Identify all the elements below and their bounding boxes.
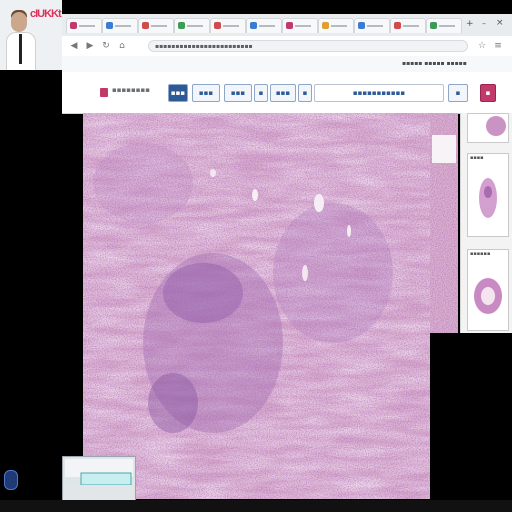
toolbar-button-5[interactable]: ▪▪▪ <box>270 84 296 102</box>
tab-favicon-icon <box>358 22 365 29</box>
new-tab-icon[interactable]: + <box>466 19 474 29</box>
thumbnail-panel: ▪▪▪▪ ▪▪▪▪▪▪ <box>460 113 512 333</box>
browser-tab[interactable] <box>102 18 138 33</box>
toolbar-button-3[interactable]: ▪▪▪ <box>224 84 252 102</box>
thumbnail-image <box>486 116 506 136</box>
windows-start-icon[interactable] <box>4 470 18 490</box>
thumbnail-2[interactable]: ▪▪▪▪ <box>467 153 509 237</box>
presenter-webcam: cIUKKt <box>0 0 62 70</box>
tab-favicon-icon <box>214 22 221 29</box>
presenter-tie <box>19 34 22 64</box>
browser-tab[interactable] <box>426 18 462 33</box>
tab-favicon-icon <box>178 22 185 29</box>
tab-strip: + – × <box>62 14 512 37</box>
tab-favicon-icon <box>394 22 401 29</box>
close-window-icon[interactable]: × <box>496 18 504 28</box>
tab-favicon-icon <box>142 22 149 29</box>
tab-favicon-icon <box>430 22 437 29</box>
back-icon[interactable]: ◀ <box>68 40 80 52</box>
zoom-levels-bar[interactable]: ▪▪▪▪▪▪▪▪▪▪▪ <box>314 84 444 102</box>
viewer-brand-label: ▪▪▪▪▪▪▪▪ <box>112 86 150 94</box>
reload-icon[interactable]: ↻ <box>100 40 112 52</box>
viewer-logo-icon <box>100 88 108 97</box>
viewer-toolbar: ▪▪▪▪▪▪▪▪ ▪▪▪ ▪▪▪ ▪▪▪ ▪ ▪▪▪ ▪ ▪▪▪▪▪▪▪▪▪▪▪… <box>62 72 512 114</box>
toolbar-button-9[interactable]: ▪ <box>480 84 496 102</box>
slide-viewer-edge <box>430 113 458 333</box>
toolbar-button-2[interactable]: ▪▪▪ <box>192 84 220 102</box>
address-input[interactable]: ▪▪▪▪▪▪▪▪▪▪▪▪▪▪▪▪▪▪▪▪▪▪▪▪ <box>148 40 468 52</box>
home-icon[interactable]: ⌂ <box>116 40 128 52</box>
browser-tab[interactable] <box>138 18 174 33</box>
browser-tab[interactable] <box>174 18 210 33</box>
browser-tab[interactable] <box>318 18 354 33</box>
minimize-icon[interactable]: – <box>482 19 486 28</box>
address-bar-row: ◀ ▶ ↻ ⌂ ▪▪▪▪▪▪▪▪▪▪▪▪▪▪▪▪▪▪▪▪▪▪▪▪ ☆ ≡ <box>62 36 512 57</box>
histology-image <box>83 113 430 499</box>
presenter-head <box>11 12 27 32</box>
thumbnail-label: ▪▪▪▪ <box>470 155 484 161</box>
thumbnail-image <box>479 178 497 218</box>
thumbnail-image <box>474 278 502 314</box>
thumbnail-label: ▪▪▪▪▪▪ <box>470 251 491 257</box>
tab-favicon-icon <box>322 22 329 29</box>
toolbar-button-4[interactable]: ▪ <box>254 84 268 102</box>
tab-favicon-icon <box>286 22 293 29</box>
toolbar-button-8[interactable]: ▪ <box>448 84 468 102</box>
slide-viewer[interactable] <box>83 113 430 499</box>
overview-image <box>65 459 133 499</box>
bookmark-star-icon[interactable]: ☆ <box>476 40 488 52</box>
forward-icon[interactable]: ▶ <box>84 40 96 52</box>
toolbar-button-6[interactable]: ▪ <box>298 84 312 102</box>
tab-favicon-icon <box>70 22 77 29</box>
bookmarks-text[interactable]: ▪▪▪▪▪ ▪▪▪▪▪ ▪▪▪▪▪ <box>402 56 467 72</box>
taskbar <box>0 500 512 512</box>
bookmarks-bar: ▪▪▪▪▪ ▪▪▪▪▪ ▪▪▪▪▪ <box>62 56 512 73</box>
browser-window: + – × ◀ ▶ ↻ ⌂ ▪▪▪▪▪▪▪▪▪▪▪▪▪▪▪▪▪▪▪▪▪▪▪▪ ☆… <box>62 14 512 114</box>
tab-favicon-icon <box>250 22 257 29</box>
thumbnail-3[interactable]: ▪▪▪▪▪▪ <box>467 249 509 331</box>
tab-favicon-icon <box>106 22 113 29</box>
browser-tab[interactable] <box>390 18 426 33</box>
thumbnail-1[interactable] <box>467 113 509 143</box>
webcam-banner: cIUKKt <box>30 8 62 20</box>
browser-tab[interactable] <box>354 18 390 33</box>
browser-tab[interactable] <box>282 18 318 33</box>
toolbar-button-1[interactable]: ▪▪▪ <box>168 84 188 102</box>
menu-icon[interactable]: ≡ <box>492 40 504 52</box>
overview-minimap[interactable] <box>62 456 136 502</box>
browser-tab[interactable] <box>210 18 246 33</box>
browser-tab[interactable] <box>246 18 282 33</box>
browser-tab[interactable] <box>66 18 102 33</box>
